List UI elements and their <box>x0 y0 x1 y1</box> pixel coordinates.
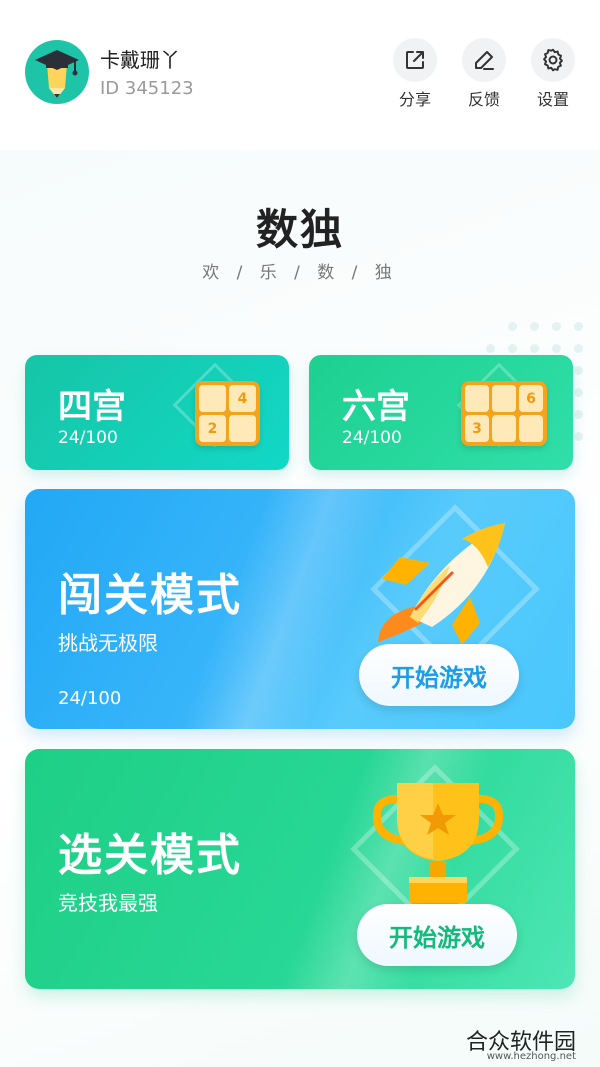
share-icon <box>406 51 424 69</box>
decor-dot <box>508 322 517 331</box>
decor-dot <box>574 366 583 375</box>
challenge-mode-progress: 24/100 <box>58 688 122 709</box>
grid-cell <box>519 415 543 442</box>
decor-dot <box>574 410 583 419</box>
username: 卡戴珊丫 <box>100 48 180 72</box>
four-grid-name: 四宫 <box>58 387 126 427</box>
rocket-icon <box>378 523 505 645</box>
six-grid-name: 六宫 <box>342 387 410 427</box>
decor-dot <box>552 322 561 331</box>
edit-icon <box>475 51 494 70</box>
trophy-icon <box>373 783 503 903</box>
decor-dot <box>574 322 583 331</box>
page-subtitle: 欢 / 乐 / 数 / 独 <box>202 263 398 283</box>
graduation-pencil-icon <box>35 50 79 98</box>
page-title: 数独 <box>255 205 344 254</box>
grid-cell <box>199 385 226 412</box>
challenge-mode-desc: 挑战无极限 <box>58 631 158 655</box>
grid-cell <box>465 385 489 412</box>
feedback-label: 反馈 <box>467 90 500 109</box>
feedback-button[interactable]: 反馈 <box>461 38 507 110</box>
header: 卡戴珊丫 ID 345123 分享 反馈 设置 <box>0 0 600 130</box>
select-mode-title: 选关模式 <box>58 830 242 881</box>
challenge-mode-card[interactable]: 闯关模式 挑战无极限 24/100 开始游戏 <box>25 489 575 729</box>
select-mode-desc: 竞技我最强 <box>58 891 158 915</box>
six-grid-progress: 24/100 <box>342 428 402 448</box>
four-grid-progress: 24/100 <box>58 428 118 448</box>
decor-dot <box>552 344 561 353</box>
decor-dot <box>486 344 495 353</box>
gear-icon <box>543 48 563 72</box>
challenge-mode-title: 闯关模式 <box>58 570 242 621</box>
settings-button[interactable]: 设置 <box>530 38 576 110</box>
decor-dot <box>574 432 583 441</box>
grid-cell: 2 <box>199 415 226 442</box>
decor-dot <box>574 344 583 353</box>
six-grid-icon: 6 3 <box>461 381 547 446</box>
grid-cell <box>492 385 516 412</box>
grid-cell: 3 <box>465 415 489 442</box>
four-grid-icon: 4 2 <box>195 381 260 446</box>
decor-dot <box>574 388 583 397</box>
grid-cell: 6 <box>519 385 543 412</box>
select-start-button[interactable]: 开始游戏 <box>357 904 517 966</box>
grid-cell <box>229 415 256 442</box>
decor-dot <box>530 322 539 331</box>
decor-dot <box>508 344 517 353</box>
settings-label: 设置 <box>536 90 569 109</box>
decor-dot <box>530 344 539 353</box>
share-button[interactable]: 分享 <box>392 38 438 110</box>
six-grid-card[interactable]: 六宫 24/100 6 3 <box>309 355 573 470</box>
avatar[interactable] <box>25 40 89 104</box>
watermark-url: www.hezhong.net <box>486 1051 576 1062</box>
share-label: 分享 <box>398 90 431 109</box>
challenge-start-button[interactable]: 开始游戏 <box>359 644 519 706</box>
grid-cell: 4 <box>229 385 256 412</box>
four-grid-card[interactable]: 四宫 24/100 4 2 <box>25 355 289 470</box>
user-id: ID 345123 <box>100 78 194 99</box>
select-mode-card[interactable]: 选关模式 竞技我最强 开始游戏 <box>25 749 575 989</box>
grid-cell <box>492 415 516 442</box>
